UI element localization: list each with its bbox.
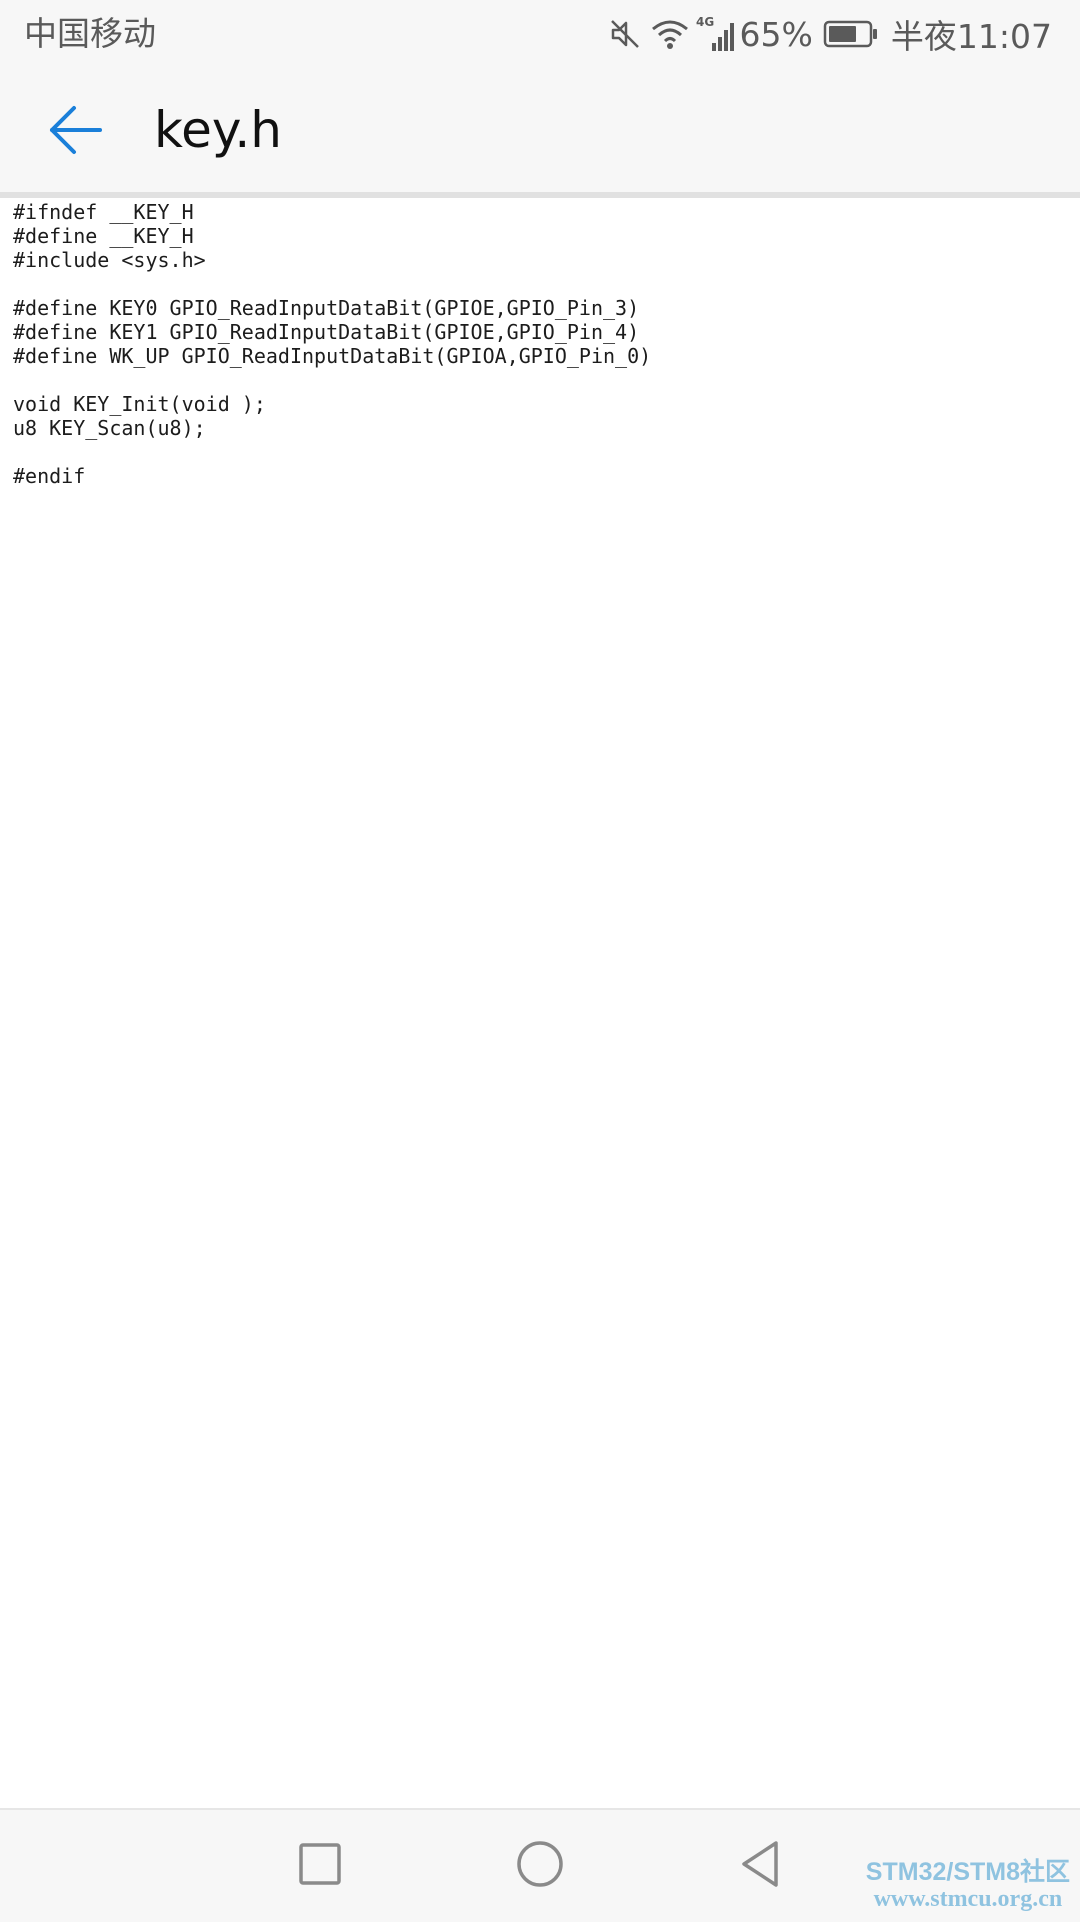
mute-icon — [608, 17, 642, 51]
battery-icon — [823, 19, 879, 49]
watermark: STM32/STM8社区 www.stmcu.org.cn — [866, 1858, 1070, 1912]
home-icon — [517, 1841, 563, 1887]
code-line: #endif — [13, 464, 86, 488]
status-icons: 4G 65% 半夜11:07 — [608, 12, 1052, 56]
code-viewer[interactable]: #ifndef __KEY_H #define __KEY_H #include <… — [13, 200, 651, 488]
code-line: void KEY_Init(void ); — [13, 392, 266, 416]
recents-icon — [299, 1843, 341, 1885]
code-line: #define __KEY_H — [13, 224, 194, 248]
recents-button[interactable] — [288, 1832, 352, 1896]
back-icon — [742, 1841, 778, 1887]
code-line: #define KEY1 GPIO_ReadInputDataBit(GPIOE… — [13, 320, 640, 344]
code-line: #define KEY0 GPIO_ReadInputDataBit(GPIOE… — [13, 296, 640, 320]
watermark-title: STM32/STM8社区 — [865, 1858, 1070, 1886]
code-line: #ifndef __KEY_H — [13, 200, 194, 224]
code-line: #define WK_UP GPIO_ReadInputDataBit(GPIO… — [13, 344, 652, 368]
arrow-left-icon — [50, 106, 102, 154]
signal-icon: 4G — [696, 15, 736, 53]
status-bar: 中国移动 4G 65% 半夜11:07 — [0, 0, 1080, 68]
nav-back-button[interactable] — [728, 1832, 792, 1896]
home-button[interactable] — [508, 1832, 572, 1896]
watermark-url: www.stmcu.org.cn — [873, 1886, 1063, 1912]
code-line: u8 KEY_Scan(u8); — [13, 416, 206, 440]
navigation-bar: STM32/STM8社区 www.stmcu.org.cn — [0, 1808, 1080, 1922]
carrier-name: 中国移动 — [24, 14, 156, 53]
clock: 半夜11:07 — [890, 17, 1052, 56]
app-bar-divider — [0, 192, 1080, 198]
code-line: #include <sys.h> — [13, 248, 206, 272]
battery-percent: 65% — [739, 14, 813, 54]
app-bar: key.h — [0, 68, 1080, 192]
network-type-label: 4G — [696, 15, 714, 29]
file-title: key.h — [154, 101, 282, 159]
back-button[interactable] — [44, 98, 108, 162]
wifi-icon — [650, 17, 690, 51]
